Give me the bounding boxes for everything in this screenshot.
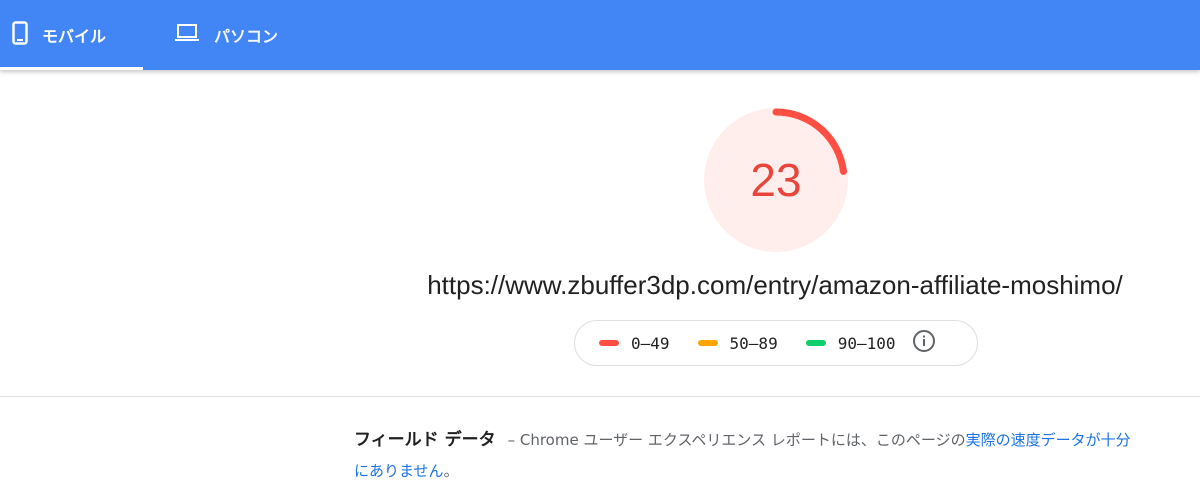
tested-url: https://www.zbuffer3dp.com/entry/amazon-…: [427, 270, 1123, 300]
legend-label-fail: 0–49: [631, 333, 670, 353]
info-icon[interactable]: [912, 329, 936, 357]
legend-label-average: 50–89: [729, 333, 778, 353]
tab-desktop[interactable]: パソコン: [160, 0, 310, 70]
header-bar: モバイル パソコン: [0, 0, 1200, 70]
score-value: 23: [750, 154, 802, 206]
smartphone-icon: [12, 21, 28, 49]
score-legend: 0–49 50–89 90–100: [574, 320, 978, 366]
legend-swatch-pass: [805, 340, 826, 346]
legend-swatch-average: [697, 340, 718, 346]
field-data-section: フィールド データ – Chrome ユーザー エクスペリエンス レポートには、こ…: [354, 425, 1134, 487]
section-divider: [0, 396, 1200, 397]
performance-score-gauge: 23: [704, 108, 848, 252]
legend-item-average: 50–89: [697, 333, 778, 353]
legend-item-fail: 0–49: [599, 334, 670, 353]
tab-desktop-label: パソコン: [214, 27, 279, 46]
field-data-suffix: 。: [443, 462, 459, 480]
field-data-title: フィールド データ: [354, 430, 496, 450]
legend-item-pass: 90–100: [805, 333, 896, 353]
tab-selected-indicator: [0, 67, 143, 70]
laptop-icon: [174, 23, 200, 47]
legend-swatch-fail: [599, 340, 619, 346]
legend-label-pass: 90–100: [837, 333, 896, 353]
tab-mobile-label: モバイル: [42, 27, 107, 46]
field-data-description: – Chrome ユーザー エクスペリエンス レポートには、このページの: [507, 431, 966, 449]
tab-mobile[interactable]: モバイル: [0, 0, 143, 70]
